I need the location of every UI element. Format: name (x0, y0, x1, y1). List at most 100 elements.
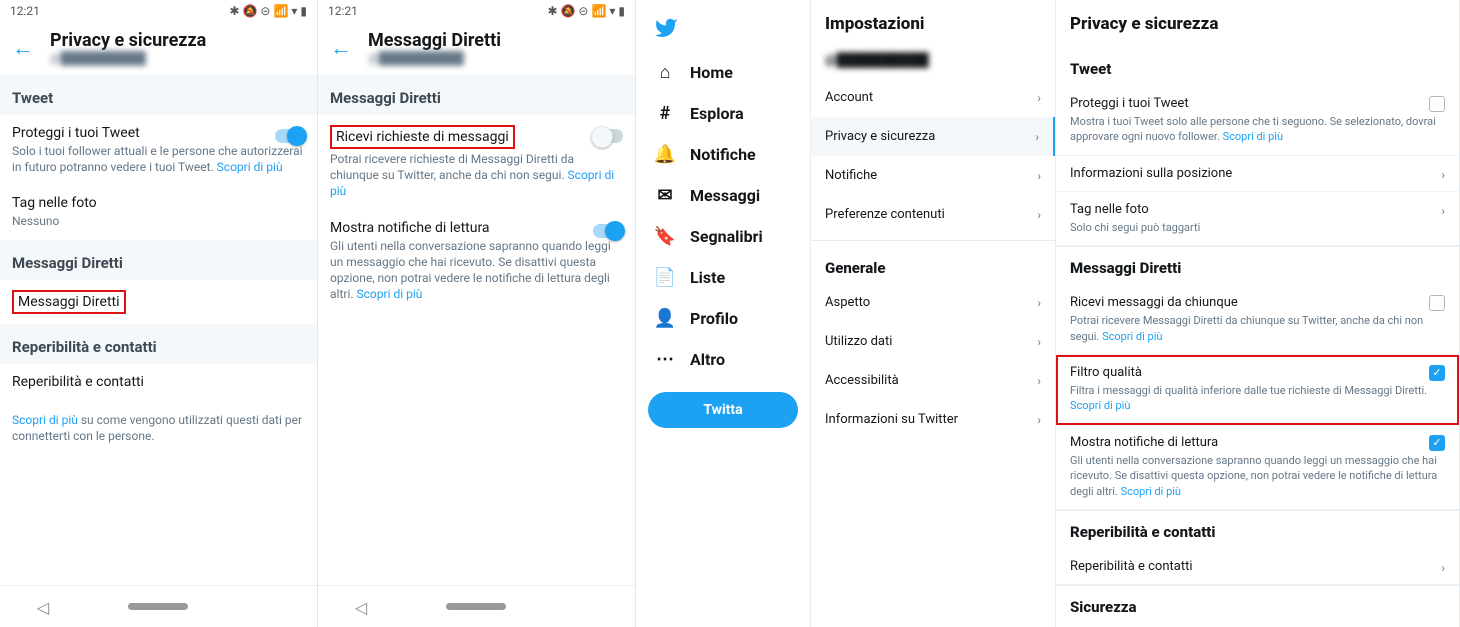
read-receipts-row[interactable]: Mostra notifiche di lettura Gli utenti n… (1056, 425, 1459, 510)
chevron-right-icon: › (1037, 413, 1041, 427)
settings-account[interactable]: Account› (811, 78, 1055, 117)
recents-icon[interactable] (580, 598, 598, 616)
mobile-screen-privacy: 12:21 ✱ 🔕 ⊝ 📶 ▾ ▮ ← Privacy e sicurezza … (0, 0, 318, 627)
section-discoverability: Reperibilità e contatti (0, 324, 317, 364)
settings-notifications[interactable]: Notifiche› (811, 156, 1055, 195)
photo-tag-row[interactable]: Tag nelle foto Nessuno (0, 185, 317, 239)
read-receipts-row[interactable]: Mostra notifiche di lettura Gli utenti n… (318, 210, 635, 313)
settings-column: Impostazioni @██████████ Account› Privac… (811, 0, 1056, 627)
learn-more-link[interactable]: Scopri di più (1121, 485, 1181, 498)
protect-tweets-row[interactable]: Proteggi i tuoi Tweet Solo i tuoi follow… (0, 115, 317, 185)
recents-icon[interactable] (262, 598, 280, 616)
learn-more-link[interactable]: Scopri di più (1223, 130, 1283, 143)
nav-explore[interactable]: #Esplora (642, 93, 804, 134)
home-pill-icon[interactable] (446, 603, 506, 610)
settings-title: Impostazioni (811, 8, 1055, 48)
quality-filter-row[interactable]: Filtro qualità Filtra i messaggi di qual… (1056, 355, 1459, 425)
section-dm: Messaggi Diretti (0, 240, 317, 280)
location-info-row[interactable]: Informazioni sulla posizione › (1056, 156, 1459, 192)
back-triangle-icon[interactable]: ◁ (355, 598, 373, 616)
dm-settings-row[interactable]: Messaggi Diretti (0, 280, 317, 324)
page-title: Messaggi Diretti (368, 30, 501, 51)
settings-group-general: Generale (811, 240, 1055, 283)
android-nav-bar: ◁ (0, 585, 317, 627)
main-column: Privacy e sicurezza Tweet Proteggi i tuo… (1056, 0, 1459, 627)
receive-requests-label-highlighted: Ricevi richieste di messaggi (330, 125, 515, 149)
learn-more-link[interactable]: Scopri di più (12, 413, 78, 427)
nav-lists[interactable]: 📄Liste (642, 257, 804, 298)
header: ← Privacy e sicurezza @██████████ (0, 22, 317, 75)
settings-data-usage[interactable]: Utilizzo dati› (811, 322, 1055, 361)
settings-accessibility[interactable]: Accessibilità› (811, 361, 1055, 400)
learn-more-link[interactable]: Scopri di più (217, 160, 283, 174)
clock: 12:21 (10, 4, 40, 18)
read-receipts-checkbox[interactable]: ✓ (1429, 435, 1445, 451)
tweet-button[interactable]: Twitta (648, 392, 798, 428)
chevron-right-icon: › (1037, 335, 1041, 349)
more-icon: ⋯ (654, 349, 676, 370)
main-title: Privacy e sicurezza (1056, 8, 1459, 48)
status-bar: 12:21 ✱ 🔕 ⊝ 📶 ▾ ▮ (318, 0, 635, 22)
discoverability-row[interactable]: Reperibilità e contatti › (1056, 549, 1459, 585)
home-pill-icon[interactable] (128, 603, 188, 610)
back-arrow-icon[interactable]: ← (330, 35, 352, 61)
protect-tweets-row[interactable]: Proteggi i tuoi Tweet Mostra i tuoi Twee… (1056, 86, 1459, 156)
page-title: Privacy e sicurezza (50, 30, 206, 51)
chevron-right-icon: › (1037, 169, 1041, 183)
account-handle: @██████████ (368, 51, 501, 65)
bell-icon: 🔔 (654, 144, 676, 165)
hashtag-icon: # (654, 103, 676, 124)
bookmark-icon: 🔖 (654, 226, 676, 247)
nav-messages[interactable]: ✉Messaggi (642, 175, 804, 216)
mobile-screen-dm: 12:21 ✱ 🔕 ⊝ 📶 ▾ ▮ ← Messaggi Diretti @██… (318, 0, 636, 627)
android-nav-bar: ◁ (318, 585, 635, 627)
photo-tag-label: Tag nelle foto (12, 195, 305, 211)
protect-tweets-checkbox[interactable] (1429, 96, 1445, 112)
back-arrow-icon[interactable]: ← (12, 35, 34, 61)
settings-content-prefs[interactable]: Preferenze contenuti› (811, 195, 1055, 234)
read-receipts-toggle[interactable] (593, 224, 623, 238)
footer-note: Scopri di più su come vengono utilizzati… (0, 400, 317, 454)
section-tweet: Tweet (1056, 48, 1459, 86)
learn-more-link[interactable]: Scopri di più (1070, 399, 1130, 412)
status-icons: ✱ 🔕 ⊝ 📶 ▾ ▮ (226, 4, 307, 18)
settings-appearance[interactable]: Aspetto› (811, 283, 1055, 322)
section-discoverability: Reperibilità e contatti (1056, 510, 1459, 549)
photo-tag-value: Nessuno (12, 213, 305, 229)
nav-notifications[interactable]: 🔔Notifiche (642, 134, 804, 175)
receive-anyone-checkbox[interactable] (1429, 295, 1445, 311)
receive-anyone-row[interactable]: Ricevi messaggi da chiunque Potrai ricev… (1056, 285, 1459, 355)
home-icon: ⌂ (654, 62, 676, 83)
settings-about[interactable]: Informazioni su Twitter› (811, 400, 1055, 439)
chevron-right-icon: › (1441, 168, 1445, 182)
receive-requests-row[interactable]: Ricevi richieste di messaggi Potrai rice… (318, 115, 635, 210)
discoverability-row[interactable]: Reperibilità e contatti (0, 364, 317, 400)
nav-home[interactable]: ⌂Home (642, 52, 804, 93)
chevron-right-icon: › (1037, 91, 1041, 105)
status-bar: 12:21 ✱ 🔕 ⊝ 📶 ▾ ▮ (0, 0, 317, 22)
section-tweet: Tweet (0, 75, 317, 115)
back-triangle-icon[interactable]: ◁ (37, 598, 55, 616)
envelope-icon: ✉ (654, 185, 676, 206)
protect-tweets-toggle[interactable] (275, 129, 305, 143)
desktop-twitter: ⌂Home #Esplora 🔔Notifiche ✉Messaggi 🔖Seg… (636, 0, 1460, 627)
twitter-bird-icon[interactable] (642, 10, 804, 52)
list-icon: 📄 (654, 267, 676, 288)
quality-filter-checkbox[interactable]: ✓ (1429, 365, 1445, 381)
chevron-right-icon: › (1037, 374, 1041, 388)
receive-requests-toggle[interactable] (593, 129, 623, 143)
clock: 12:21 (328, 4, 358, 18)
learn-more-link[interactable]: Scopri di più (1102, 330, 1162, 343)
nav-bookmarks[interactable]: 🔖Segnalibri (642, 216, 804, 257)
primary-nav: ⌂Home #Esplora 🔔Notifiche ✉Messaggi 🔖Seg… (636, 0, 811, 627)
learn-more-link[interactable]: Scopri di più (357, 287, 423, 301)
chevron-right-icon: › (1037, 296, 1041, 310)
header: ← Messaggi Diretti @██████████ (318, 22, 635, 75)
account-handle: @██████████ (811, 48, 1055, 78)
photo-tag-row[interactable]: Tag nelle foto Solo chi segui può taggar… (1056, 192, 1459, 246)
chevron-right-icon: › (1441, 561, 1445, 575)
nav-profile[interactable]: 👤Profilo (642, 298, 804, 339)
chevron-right-icon: › (1037, 208, 1041, 222)
settings-privacy[interactable]: Privacy e sicurezza› (811, 117, 1055, 156)
nav-more[interactable]: ⋯Altro (642, 339, 804, 380)
